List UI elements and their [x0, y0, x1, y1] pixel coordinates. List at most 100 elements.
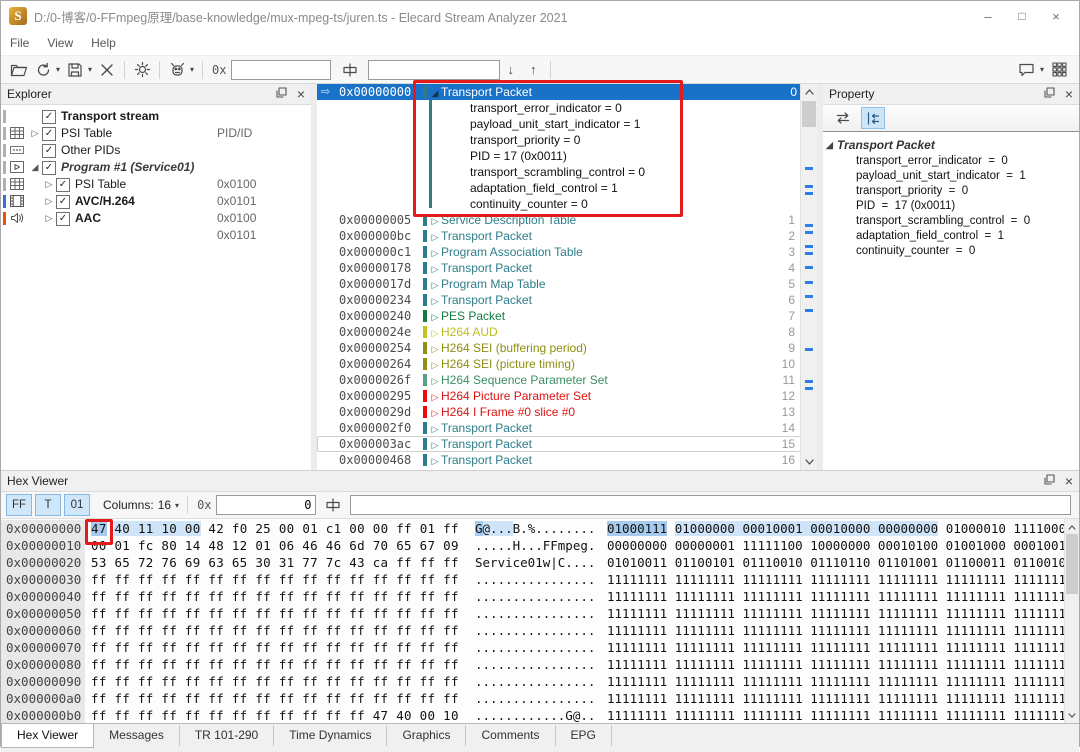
float-panel-icon[interactable] — [1044, 474, 1055, 488]
collapsed-arrow-icon[interactable]: ▷ — [429, 277, 441, 293]
packet-row[interactable]: 0x0000029d▷H264 I Frame #0 slice #0 13 — [317, 404, 801, 420]
collapsed-arrow-icon[interactable]: ▷ — [429, 245, 441, 261]
tab-comments[interactable]: Comments — [466, 725, 555, 746]
hex-offset-input[interactable] — [216, 495, 316, 515]
hex-search-input[interactable] — [350, 495, 1071, 515]
hex-row[interactable]: 0x00000070 ff ff ff ff ff ff ff ff ff ff… — [1, 639, 1079, 656]
hex-row[interactable]: 0x000000a0 ff ff ff ff ff ff ff ff ff ff… — [1, 690, 1079, 707]
explorer-row[interactable]: ✓ Other PIDs — [1, 142, 311, 159]
packet-row[interactable]: 0x0000024e▷H264 AUD 8 — [317, 324, 801, 340]
hex-row[interactable]: 0x000000b0 ff ff ff ff ff ff ff ff ff ff… — [1, 707, 1079, 723]
collapse-tree-icon[interactable] — [861, 107, 885, 129]
search-down-icon[interactable]: ↓ — [508, 62, 515, 77]
collapsed-arrow-icon[interactable]: ▷ — [429, 389, 441, 405]
hex-row[interactable]: 0x00000020 53 65 72 76 69 63 65 30 31 77… — [1, 554, 1079, 571]
hex-scrollbar[interactable] — [1064, 519, 1079, 723]
binary-view-toggle[interactable]: 01 — [64, 494, 90, 516]
tree-arrow-icon[interactable]: ▷ — [28, 125, 42, 142]
minimize-button[interactable]: – — [971, 9, 1005, 24]
packet-row[interactable]: 0x00000254▷H264 SEI (buffering period) 9 — [317, 340, 801, 356]
scroll-up-icon[interactable] — [1065, 519, 1079, 535]
hex-view-toggle[interactable]: FF — [6, 494, 32, 516]
tree-arrow-icon[interactable]: ◢ — [28, 159, 42, 176]
columns-value[interactable]: 16 — [158, 498, 171, 512]
goto-position-icon[interactable] — [339, 59, 361, 81]
packet-row[interactable]: 0x000003ac▷Transport Packet 15 — [317, 436, 801, 452]
collapsed-arrow-icon[interactable]: ▷ — [429, 309, 441, 325]
close-panel-icon[interactable]: × — [1065, 87, 1073, 101]
checkbox[interactable]: ✓ — [56, 178, 70, 192]
hex-row[interactable]: 0x00000080 ff ff ff ff ff ff ff ff ff ff… — [1, 656, 1079, 673]
goto-offset-input[interactable] — [231, 60, 331, 80]
expanded-arrow-icon[interactable]: ◢ — [826, 137, 833, 154]
float-panel-icon[interactable] — [276, 87, 287, 101]
save-dropdown-icon[interactable]: ▾ — [88, 65, 92, 74]
collapsed-arrow-icon[interactable]: ▷ — [429, 293, 441, 309]
collapsed-arrow-icon[interactable]: ▷ — [429, 229, 441, 245]
close-panel-icon[interactable]: × — [297, 87, 305, 101]
explorer-row[interactable]: ◢ ✓ Program #1 (Service01) 0x0100 — [1, 159, 311, 176]
hex-row[interactable]: 0x00000060 ff ff ff ff ff ff ff ff ff ff… — [1, 622, 1079, 639]
hex-row[interactable]: 0x00000050 ff ff ff ff ff ff ff ff ff ff… — [1, 605, 1079, 622]
hex-row[interactable]: 0x00000090 ff ff ff ff ff ff ff ff ff ff… — [1, 673, 1079, 690]
packet-row[interactable]: 0x000000c1▷Program Association Table 3 — [317, 244, 801, 260]
packet-row-selected[interactable]: ⇨ 0x00000000◢Transport Packet 0 — [317, 84, 801, 100]
columns-dropdown-icon[interactable]: ▾ — [175, 501, 179, 510]
tree-arrow-icon[interactable]: ▷ — [42, 210, 56, 227]
comments-dropdown-icon[interactable]: ▾ — [1040, 65, 1044, 74]
collapsed-arrow-icon[interactable]: ▷ — [429, 421, 441, 437]
scroll-up-icon[interactable] — [801, 84, 817, 100]
packet-row[interactable]: 0x000002f0▷Transport Packet 14 — [317, 420, 801, 436]
packet-row[interactable]: 0x00000295▷H264 Picture Parameter Set 12 — [317, 388, 801, 404]
goto-position-icon[interactable] — [322, 494, 344, 516]
probe-bug-icon[interactable] — [166, 59, 188, 81]
packet-row[interactable]: 0x00000234▷Transport Packet 6 — [317, 292, 801, 308]
packet-row[interactable]: 0x00000468▷Transport Packet 16 — [317, 452, 801, 468]
tab-epg[interactable]: EPG — [556, 725, 612, 746]
scroll-down-icon[interactable] — [801, 454, 817, 470]
explorer-row[interactable]: ▷ ✓ PSI Table — [1, 125, 311, 142]
tab-messages[interactable]: Messages — [94, 725, 180, 746]
probe-dropdown-icon[interactable]: ▾ — [190, 65, 194, 74]
text-view-toggle[interactable]: T — [35, 494, 61, 516]
save-button[interactable] — [64, 59, 86, 81]
scrollbar-thumb[interactable] — [1066, 534, 1078, 594]
settings-gear-icon[interactable] — [131, 59, 153, 81]
tab-tr-101-290[interactable]: TR 101-290 — [180, 725, 274, 746]
hex-row[interactable]: 0x00000010 00 01 fc 80 14 48 12 01 06 46… — [1, 537, 1079, 554]
packet-row[interactable]: 0x00000240▷PES Packet 7 — [317, 308, 801, 324]
hex-row[interactable]: 0x00000030 ff ff ff ff ff ff ff ff ff ff… — [1, 571, 1079, 588]
maximize-button[interactable]: □ — [1005, 9, 1039, 23]
checkbox[interactable]: ✓ — [42, 161, 56, 175]
tab-time-dynamics[interactable]: Time Dynamics — [274, 725, 387, 746]
collapsed-arrow-icon[interactable]: ▷ — [429, 405, 441, 421]
checkbox[interactable]: ✓ — [56, 212, 70, 226]
packet-row[interactable]: 0x00000264▷H264 SEI (picture timing) 10 — [317, 356, 801, 372]
packet-row[interactable]: 0x00000005▷Service Description Table 1 — [317, 212, 801, 228]
packet-row[interactable]: 0x000000bc▷Transport Packet 2 — [317, 228, 801, 244]
explorer-row[interactable]: ✓ Transport stream PID/ID — [1, 108, 311, 125]
explorer-row[interactable]: ▷ ✓ AVC/H.264 0x0100 — [1, 193, 311, 210]
collapsed-arrow-icon[interactable]: ▷ — [429, 341, 441, 357]
collapsed-arrow-icon[interactable]: ▷ — [429, 357, 441, 373]
close-button[interactable]: × — [1039, 9, 1073, 24]
packet-list-scrollbar[interactable] — [800, 84, 817, 470]
explorer-row[interactable]: ▷ ✓ AAC 0x0101 — [1, 210, 311, 227]
reload-button[interactable] — [32, 59, 54, 81]
tree-arrow-icon[interactable]: ▷ — [42, 193, 56, 210]
collapsed-arrow-icon[interactable]: ▷ — [429, 373, 441, 389]
checkbox[interactable]: ✓ — [42, 144, 56, 158]
layout-grid-icon[interactable] — [1048, 59, 1070, 81]
reload-dropdown-icon[interactable]: ▾ — [56, 65, 60, 74]
collapsed-arrow-icon[interactable]: ▷ — [429, 261, 441, 277]
checkbox[interactable]: ✓ — [42, 127, 56, 141]
expanded-arrow-icon[interactable]: ◢ — [429, 85, 441, 101]
packet-row[interactable]: 0x0000017d▷Program Map Table 5 — [317, 276, 801, 292]
scroll-down-icon[interactable] — [1065, 707, 1079, 723]
collapsed-arrow-icon[interactable]: ▷ — [429, 325, 441, 341]
menu-help[interactable]: Help — [82, 36, 125, 50]
tab-hex-viewer[interactable]: Hex Viewer — [1, 724, 94, 748]
collapsed-arrow-icon[interactable]: ▷ — [429, 213, 441, 229]
menu-file[interactable]: File — [1, 36, 38, 50]
tree-arrow-icon[interactable]: ▷ — [42, 176, 56, 193]
